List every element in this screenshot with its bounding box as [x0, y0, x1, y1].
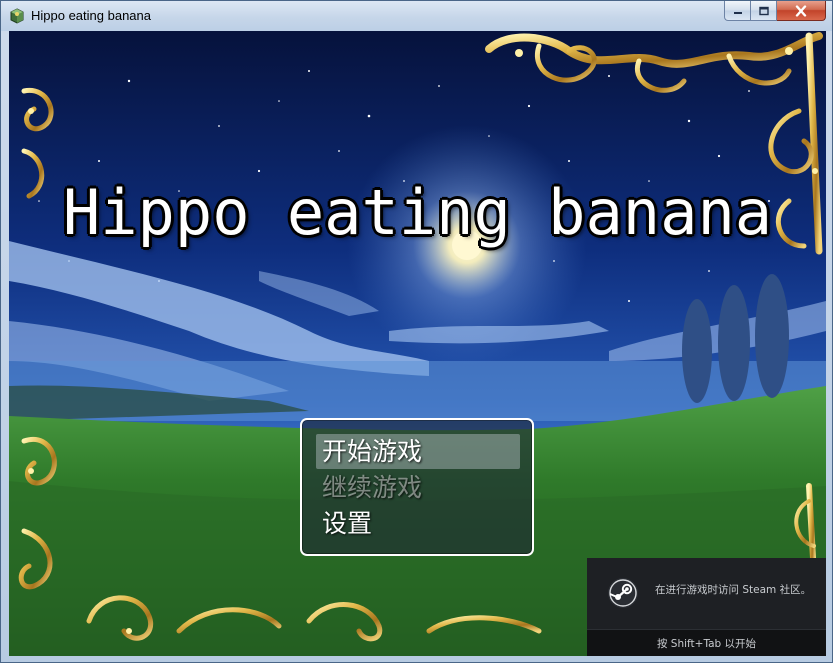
steam-hint-bar: 按 Shift+Tab 以开始: [587, 629, 826, 656]
game-viewport[interactable]: Hippo eating banana 开始游戏 继续游戏 设置 在进行游戏时访…: [9, 31, 826, 656]
steam-icon: [608, 578, 638, 608]
title-menu-window: 开始游戏 继续游戏 设置: [300, 418, 534, 556]
steam-message: 在进行游戏时访问 Steam 社区。: [655, 584, 812, 596]
menu-item-continue[interactable]: 继续游戏: [316, 470, 520, 505]
game-title: Hippo eating banana: [62, 176, 773, 249]
title-bar[interactable]: Hippo eating banana: [1, 1, 832, 31]
menu-item-new-game[interactable]: 开始游戏: [316, 434, 520, 469]
window-title: Hippo eating banana: [31, 8, 151, 23]
steam-overlay-notification: 在进行游戏时访问 Steam 社区。 按 Shift+Tab 以开始: [587, 558, 826, 656]
maximize-button[interactable]: [751, 1, 777, 21]
maximize-icon: [758, 6, 769, 15]
close-icon: [795, 5, 807, 16]
menu-item-settings[interactable]: 设置: [316, 506, 520, 541]
caption-buttons: [724, 1, 826, 21]
app-icon: [10, 8, 24, 24]
close-button[interactable]: [777, 1, 826, 21]
game-window: Hippo eating banana Hippo eating banana …: [0, 0, 833, 663]
steam-hint: 按 Shift+Tab 以开始: [656, 638, 757, 650]
minimize-icon: [733, 11, 742, 14]
steam-notification-body: 在进行游戏时访问 Steam 社区。: [587, 558, 826, 629]
minimize-button[interactable]: [724, 1, 751, 21]
